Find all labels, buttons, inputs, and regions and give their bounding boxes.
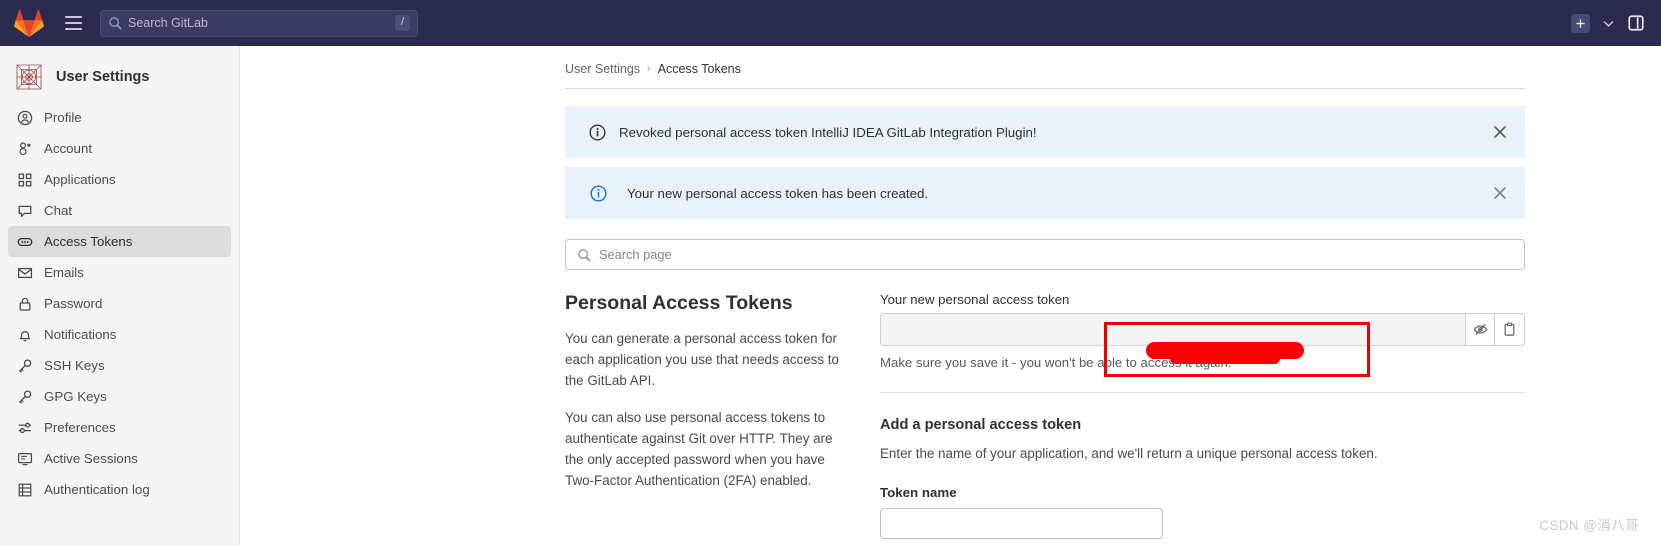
issues-icon[interactable]: [1627, 14, 1645, 32]
alert-message: Your new personal access token has been …: [627, 185, 929, 201]
sidebar-item-label: Applications: [44, 172, 116, 187]
new-token-hint: Make sure you save it - you won't be abl…: [880, 355, 1232, 370]
search-icon: [578, 248, 591, 261]
sidebar-item-emails[interactable]: Emails: [8, 257, 231, 288]
sidebar-item-label: Authentication log: [44, 482, 150, 497]
search-page-input[interactable]: Search page: [565, 239, 1525, 270]
sidebar-item-preferences[interactable]: Preferences: [8, 412, 231, 443]
sidebar-item-label: Notifications: [44, 327, 117, 342]
gitlab-logo-icon[interactable]: [14, 8, 44, 38]
global-search-placeholder: Search GitLab: [128, 16, 208, 30]
add-token-title: Add a personal access token: [880, 417, 1082, 433]
sidebar-item-active-sessions[interactable]: Active Sessions: [8, 443, 231, 474]
user-avatar-icon: [14, 62, 44, 92]
account-icon: [17, 141, 33, 157]
sidebar-item-gpg-keys[interactable]: GPG Keys: [8, 381, 231, 412]
page-body: User Settings Profile Account Applicatio…: [0, 46, 1661, 546]
token-name-input[interactable]: [880, 508, 1163, 539]
sidebar-item-label: Emails: [44, 265, 84, 280]
token-name-label: Token name: [880, 485, 957, 500]
token-icon: [17, 234, 33, 250]
alert-revoked-token: Revoked personal access token IntelliJ I…: [565, 106, 1525, 158]
settings-sidebar: User Settings Profile Account Applicatio…: [0, 46, 240, 546]
section-divider: [880, 392, 1525, 393]
sidebar-item-label: Active Sessions: [44, 451, 138, 466]
alert-token-created: Your new personal access token has been …: [565, 167, 1525, 219]
close-icon[interactable]: [1491, 184, 1509, 202]
envelope-icon: [17, 265, 33, 281]
sidebar-title: User Settings: [56, 69, 150, 85]
chat-bubble-icon: [17, 203, 33, 219]
sidebar-header: User Settings: [0, 56, 239, 102]
sidebar-item-authentication-log[interactable]: Authentication log: [8, 474, 231, 505]
tokens-description-column: Personal Access Tokens You can generate …: [565, 292, 880, 539]
sidebar-item-ssh-keys[interactable]: SSH Keys: [8, 350, 231, 381]
info-circle-icon: [590, 184, 607, 202]
sidebar-item-password[interactable]: Password: [8, 288, 231, 319]
sidebar-item-access-tokens[interactable]: Access Tokens: [8, 226, 231, 257]
key-icon: [17, 358, 33, 374]
search-shortcut-key: /: [394, 15, 410, 31]
tokens-section: Personal Access Tokens You can generate …: [565, 292, 1525, 539]
lock-icon: [17, 296, 33, 312]
sidebar-item-account[interactable]: Account: [8, 133, 231, 164]
tokens-paragraph-1: You can generate a personal access token…: [565, 331, 839, 388]
chevron-down-icon[interactable]: [1602, 17, 1615, 30]
sidebar-item-label: Preferences: [44, 420, 116, 435]
monitor-icon: [17, 451, 33, 467]
navbar-actions: [1571, 13, 1647, 33]
key-icon: [17, 389, 33, 405]
sliders-icon: [17, 420, 33, 436]
info-circle-icon: [589, 124, 606, 140]
new-token-label: Your new personal access token: [880, 292, 1070, 307]
top-navbar: Search GitLab /: [0, 0, 1661, 46]
breadcrumb-current: Access Tokens: [657, 62, 741, 76]
main-content: User Settings › Access Tokens Revoked pe…: [240, 46, 1661, 546]
global-search-input[interactable]: Search GitLab /: [100, 9, 418, 37]
bell-icon: [17, 327, 33, 343]
plus-square-icon[interactable]: [1571, 13, 1590, 33]
sidebar-item-label: Access Tokens: [44, 234, 133, 249]
breadcrumb-root[interactable]: User Settings: [565, 62, 640, 76]
breadcrumb-separator-icon: ›: [647, 63, 651, 75]
clipboard-copy-icon: [1504, 322, 1515, 336]
sidebar-item-notifications[interactable]: Notifications: [8, 319, 231, 350]
page-title: Personal Access Tokens: [565, 292, 793, 314]
search-page-placeholder: Search page: [599, 247, 672, 262]
list-table-icon: [17, 482, 33, 498]
tokens-form-column: Your new personal access token Make sure…: [880, 292, 1525, 539]
sidebar-item-profile[interactable]: Profile: [8, 102, 231, 133]
sidebar-item-label: Password: [44, 296, 103, 311]
copy-token-button[interactable]: [1495, 313, 1525, 346]
alert-message: Revoked personal access token IntelliJ I…: [619, 124, 1037, 140]
profile-icon: [17, 110, 33, 126]
close-icon[interactable]: [1491, 123, 1509, 141]
add-token-description: Enter the name of your application, and …: [880, 446, 1378, 461]
hamburger-menu-icon[interactable]: [58, 8, 88, 38]
sidebar-item-label: GPG Keys: [44, 389, 107, 404]
reveal-token-button[interactable]: [1465, 313, 1495, 346]
breadcrumb: User Settings › Access Tokens: [565, 62, 1525, 89]
applications-grid-icon: [17, 172, 33, 188]
sidebar-item-label: Profile: [44, 110, 82, 125]
sidebar-item-label: Account: [44, 141, 93, 156]
sidebar-item-chat[interactable]: Chat: [8, 195, 231, 226]
tokens-paragraph-2: You can also use personal access tokens …: [565, 410, 833, 488]
new-token-row: [880, 313, 1525, 346]
eye-slash-icon: [1473, 323, 1487, 336]
sidebar-item-label: Chat: [44, 203, 73, 218]
search-icon: [109, 17, 122, 30]
new-token-input[interactable]: [880, 313, 1465, 346]
sidebar-item-label: SSH Keys: [44, 358, 105, 373]
sidebar-item-applications[interactable]: Applications: [8, 164, 231, 195]
